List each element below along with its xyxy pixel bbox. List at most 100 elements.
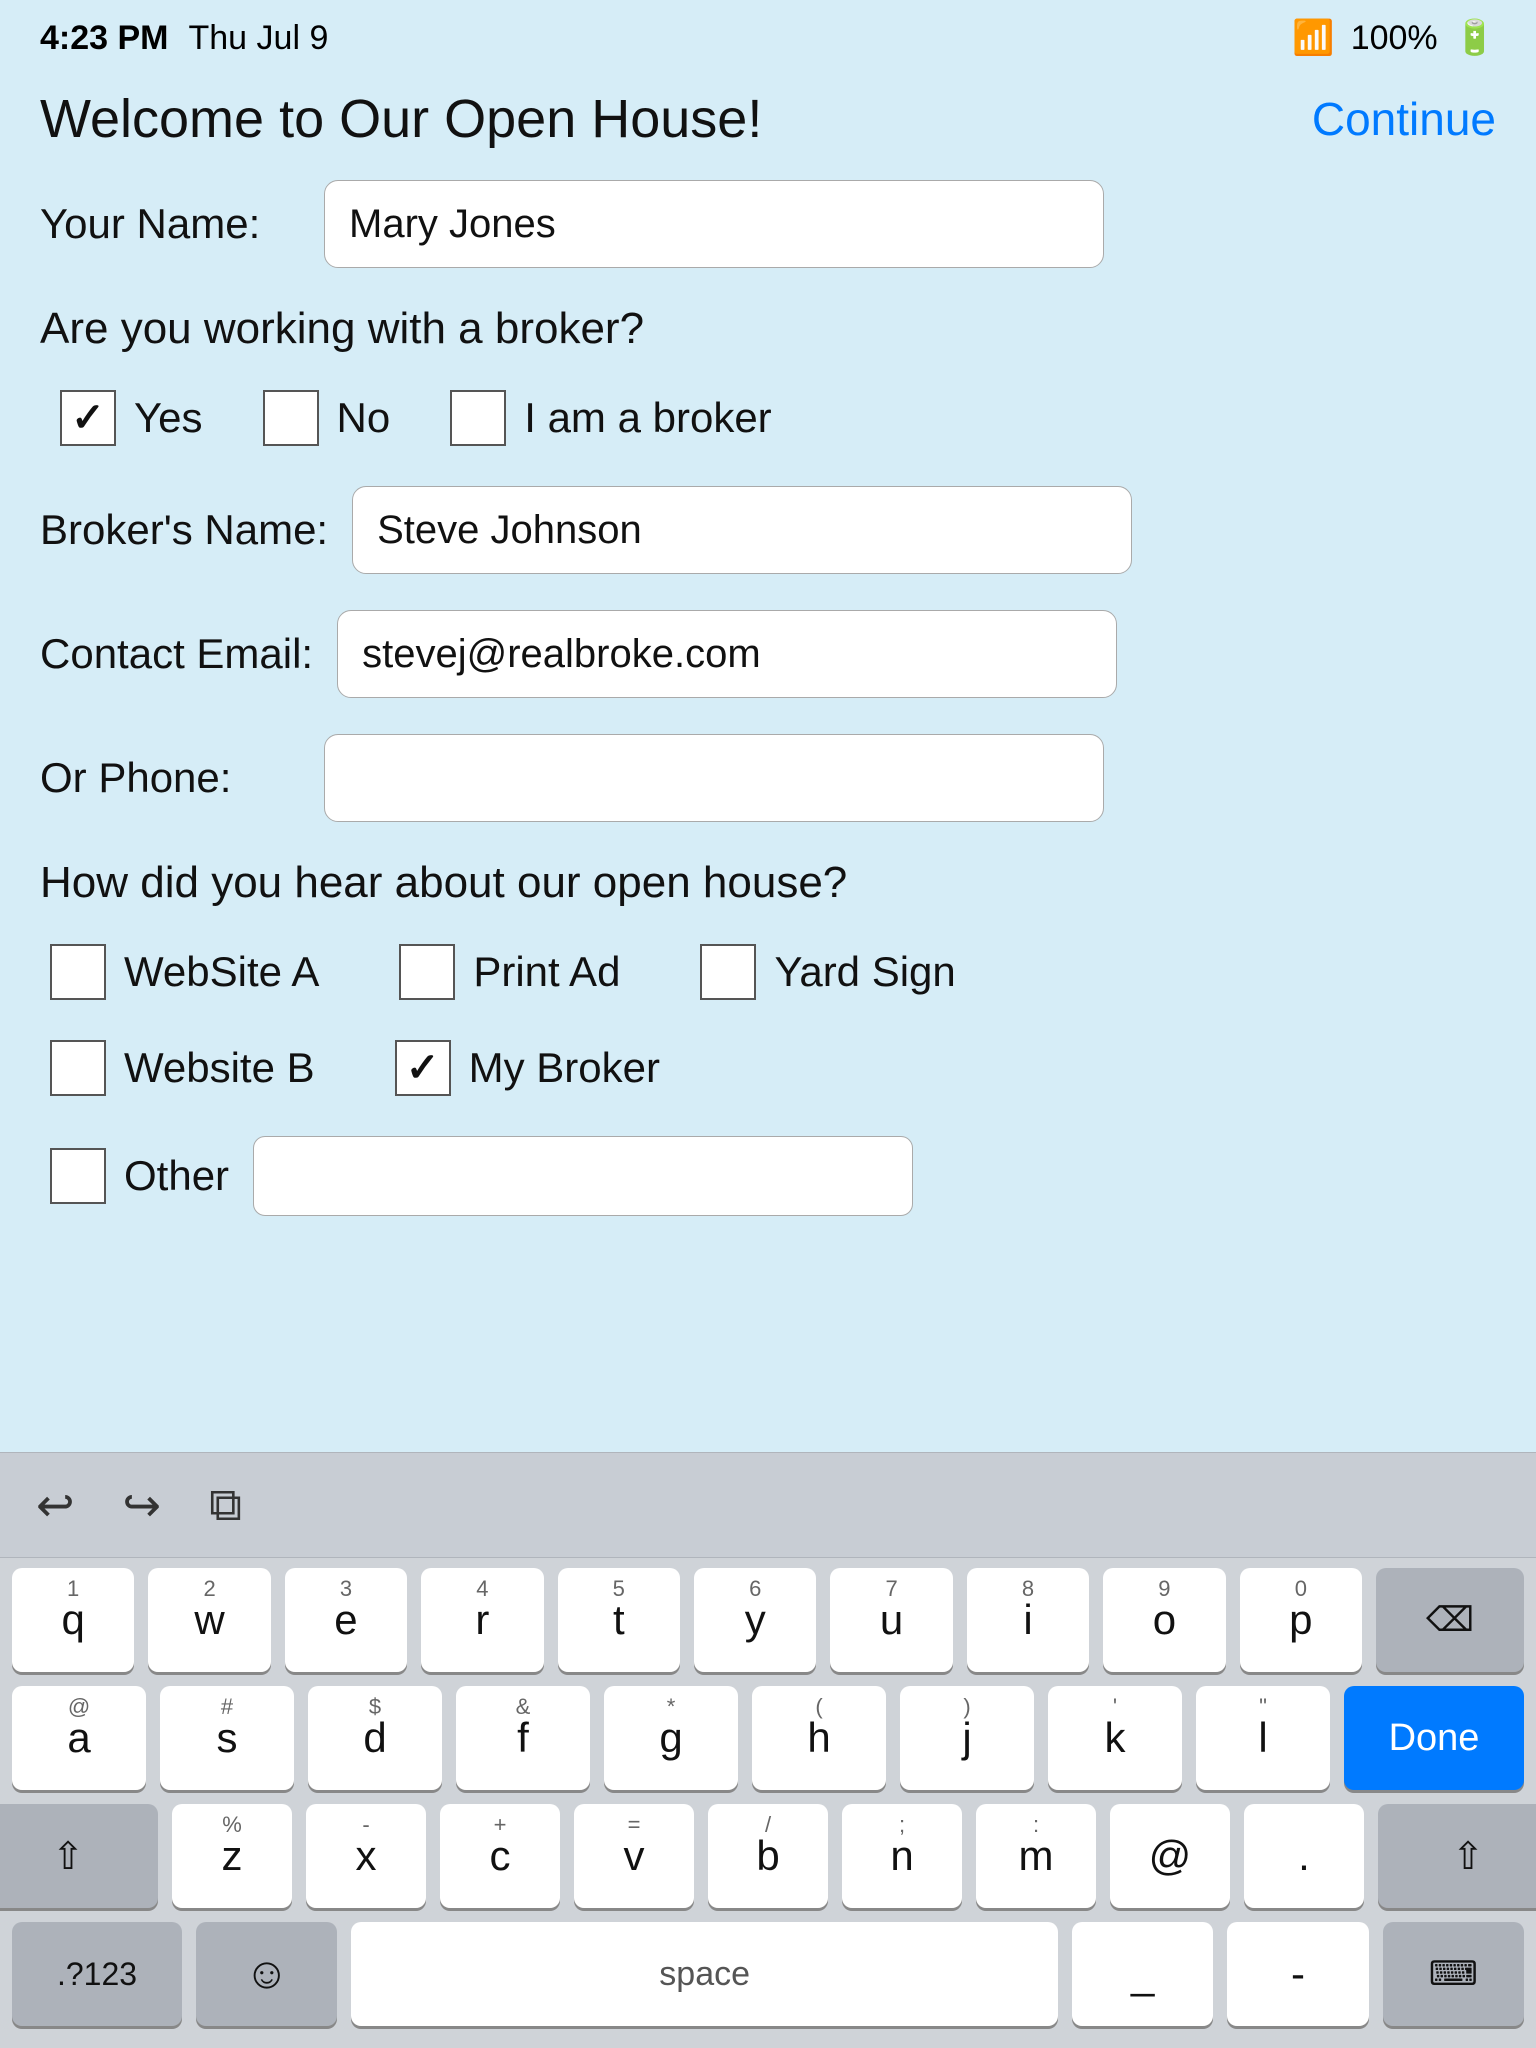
- key-hyphen[interactable]: -: [1227, 1922, 1368, 2026]
- key-i[interactable]: 8i: [967, 1568, 1089, 1672]
- key-j[interactable]: )j: [900, 1686, 1034, 1790]
- checkbox-other-label: Other: [124, 1152, 229, 1200]
- key-q[interactable]: 1q: [12, 1568, 134, 1672]
- keyboard: ↩ ↪ ⧉ 1q 2w 3e 4r 5t 6y 7u 8i 9o 0p ⌫ @a…: [0, 1452, 1536, 2048]
- hear-section: How did you hear about our open house? W…: [40, 858, 1496, 1216]
- header: Welcome to Our Open House! Continue: [0, 68, 1536, 180]
- key-w[interactable]: 2w: [148, 1568, 270, 1672]
- broker-checkbox-row: Yes No I am a broker: [60, 390, 1496, 446]
- key-d[interactable]: $d: [308, 1686, 442, 1790]
- your-name-row: Your Name:: [40, 180, 1496, 268]
- key-row-4: .?123 ☺ space _ - ⌨: [12, 1922, 1524, 2026]
- key-o[interactable]: 9o: [1103, 1568, 1225, 1672]
- checkbox-website-b[interactable]: Website B: [50, 1040, 315, 1096]
- continue-button[interactable]: Continue: [1312, 92, 1496, 146]
- checkbox-website-a-label: WebSite A: [124, 948, 319, 996]
- key-l[interactable]: "l: [1196, 1686, 1330, 1790]
- done-key[interactable]: Done: [1344, 1686, 1524, 1790]
- hear-row-1: WebSite A Print Ad Yard Sign: [50, 944, 1496, 1000]
- clipboard-icon[interactable]: ⧉: [203, 1471, 248, 1539]
- checkbox-yard-sign[interactable]: Yard Sign: [700, 944, 955, 1000]
- your-name-input[interactable]: [324, 180, 1104, 268]
- checkbox-yard-sign-box[interactable]: [700, 944, 756, 1000]
- status-right: 📶 100% 🔋: [1292, 18, 1496, 58]
- space-key[interactable]: space: [351, 1922, 1058, 2026]
- emoji-key[interactable]: ☺: [196, 1922, 337, 2026]
- key-a[interactable]: @a: [12, 1686, 146, 1790]
- checkbox-my-broker-box[interactable]: [395, 1040, 451, 1096]
- key-v[interactable]: =v: [574, 1804, 694, 1908]
- key-u[interactable]: 7u: [830, 1568, 952, 1672]
- battery-label: 100%: [1351, 19, 1438, 58]
- or-phone-label: Or Phone:: [40, 754, 300, 802]
- keyboard-toolbar: ↩ ↪ ⧉: [0, 1452, 1536, 1558]
- undo-icon[interactable]: ↩: [30, 1472, 81, 1538]
- key-k[interactable]: 'k: [1048, 1686, 1182, 1790]
- checkbox-other-box[interactable]: [50, 1148, 106, 1204]
- redo-icon[interactable]: ↪: [117, 1472, 168, 1538]
- key-n[interactable]: ;n: [842, 1804, 962, 1908]
- contact-email-label: Contact Email:: [40, 630, 313, 678]
- status-time: 4:23 PM: [40, 19, 169, 58]
- key-row-3: ⇧ %z -x +c =v /b ;n :m @ . ⇧: [12, 1804, 1524, 1908]
- or-phone-input[interactable]: [324, 734, 1104, 822]
- brokers-name-row: Broker's Name:: [40, 486, 1496, 574]
- key-at[interactable]: @: [1110, 1804, 1230, 1908]
- keyboard-hide-key[interactable]: ⌨: [1383, 1922, 1524, 2026]
- key-underscore[interactable]: _: [1072, 1922, 1213, 2026]
- checkbox-website-b-box[interactable]: [50, 1040, 106, 1096]
- key-p[interactable]: 0p: [1240, 1568, 1362, 1672]
- page-title: Welcome to Our Open House!: [40, 88, 762, 150]
- form-area: Your Name: Are you working with a broker…: [0, 180, 1536, 1216]
- checkbox-my-broker[interactable]: My Broker: [395, 1040, 660, 1096]
- hear-row-2: Website B My Broker: [50, 1040, 1496, 1096]
- key-m[interactable]: :m: [976, 1804, 1096, 1908]
- hear-row-other: Other: [50, 1136, 1496, 1216]
- key-g[interactable]: *g: [604, 1686, 738, 1790]
- key-b[interactable]: /b: [708, 1804, 828, 1908]
- checkbox-iam-broker-box[interactable]: [450, 390, 506, 446]
- delete-key[interactable]: ⌫: [1376, 1568, 1524, 1672]
- or-phone-row: Or Phone:: [40, 734, 1496, 822]
- checkbox-yes-label: Yes: [134, 394, 203, 442]
- checkbox-no-label: No: [337, 394, 391, 442]
- checkbox-no[interactable]: No: [263, 390, 391, 446]
- checkbox-website-a-box[interactable]: [50, 944, 106, 1000]
- special-key[interactable]: .?123: [12, 1922, 182, 2026]
- checkbox-iam-broker-label: I am a broker: [524, 394, 771, 442]
- checkbox-print-ad-label: Print Ad: [473, 948, 620, 996]
- key-x[interactable]: -x: [306, 1804, 426, 1908]
- key-h[interactable]: (h: [752, 1686, 886, 1790]
- checkbox-iam-broker[interactable]: I am a broker: [450, 390, 771, 446]
- checkbox-no-box[interactable]: [263, 390, 319, 446]
- your-name-label: Your Name:: [40, 200, 300, 248]
- contact-email-row: Contact Email:: [40, 610, 1496, 698]
- left-shift-key[interactable]: ⇧: [0, 1804, 158, 1908]
- key-z[interactable]: %z: [172, 1804, 292, 1908]
- key-dot[interactable]: .: [1244, 1804, 1364, 1908]
- key-s[interactable]: #s: [160, 1686, 294, 1790]
- keyboard-rows: 1q 2w 3e 4r 5t 6y 7u 8i 9o 0p ⌫ @a #s $d…: [0, 1558, 1536, 2048]
- key-y[interactable]: 6y: [694, 1568, 816, 1672]
- right-shift-key[interactable]: ⇧: [1378, 1804, 1536, 1908]
- checkbox-website-a[interactable]: WebSite A: [50, 944, 319, 1000]
- key-e[interactable]: 3e: [285, 1568, 407, 1672]
- checkbox-yes[interactable]: Yes: [60, 390, 203, 446]
- checkbox-website-b-label: Website B: [124, 1044, 315, 1092]
- hear-question: How did you hear about our open house?: [40, 858, 1496, 908]
- contact-email-input[interactable]: [337, 610, 1117, 698]
- key-t[interactable]: 5t: [558, 1568, 680, 1672]
- key-r[interactable]: 4r: [421, 1568, 543, 1672]
- key-f[interactable]: &f: [456, 1686, 590, 1790]
- status-bar: 4:23 PM Thu Jul 9 📶 100% 🔋: [0, 0, 1536, 68]
- key-row-1: 1q 2w 3e 4r 5t 6y 7u 8i 9o 0p ⌫: [12, 1568, 1524, 1672]
- broker-question: Are you working with a broker?: [40, 304, 1496, 354]
- checkbox-yes-box[interactable]: [60, 390, 116, 446]
- other-text-input[interactable]: [253, 1136, 913, 1216]
- checkbox-print-ad-box[interactable]: [399, 944, 455, 1000]
- wifi-icon: 📶: [1292, 18, 1334, 58]
- checkbox-other[interactable]: Other: [50, 1148, 229, 1204]
- checkbox-print-ad[interactable]: Print Ad: [399, 944, 620, 1000]
- brokers-name-input[interactable]: [352, 486, 1132, 574]
- key-c[interactable]: +c: [440, 1804, 560, 1908]
